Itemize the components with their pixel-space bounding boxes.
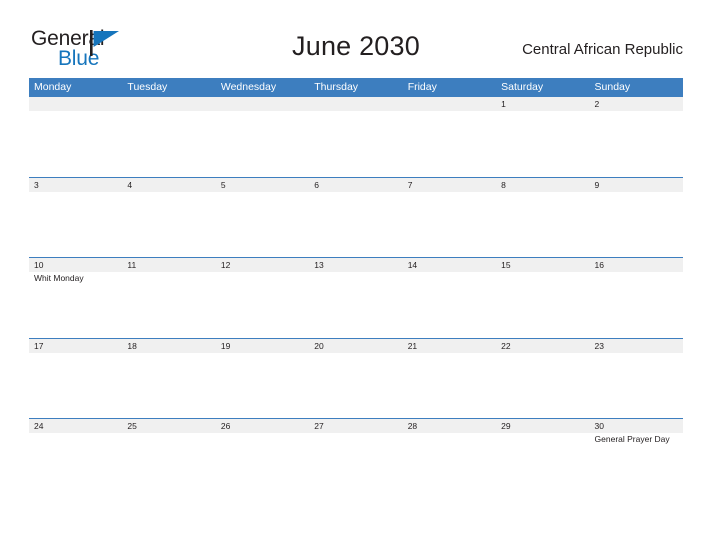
day-cell[interactable] bbox=[590, 272, 683, 338]
day-cell[interactable] bbox=[216, 192, 309, 258]
day-cell[interactable] bbox=[29, 111, 122, 177]
day-number[interactable]: 26 bbox=[216, 419, 309, 433]
calendar-page: General Blue June 2030 Central African R… bbox=[0, 0, 712, 550]
day-number[interactable]: 28 bbox=[403, 419, 496, 433]
day-number[interactable]: 17 bbox=[29, 339, 122, 353]
day-cell[interactable] bbox=[590, 111, 683, 177]
weekday-header-thursday: Thursday bbox=[314, 81, 359, 93]
day-cell[interactable] bbox=[216, 272, 309, 338]
day-number[interactable] bbox=[309, 97, 402, 111]
day-number[interactable]: 25 bbox=[122, 419, 215, 433]
day-number[interactable]: 15 bbox=[496, 258, 589, 272]
week-body bbox=[29, 352, 683, 419]
week-body: Whit Monday bbox=[29, 272, 683, 338]
day-number[interactable]: 27 bbox=[309, 419, 402, 433]
calendar-week-row: 3 4 5 6 7 8 9 bbox=[29, 176, 683, 258]
day-cell[interactable]: Whit Monday bbox=[29, 272, 122, 338]
day-number[interactable]: 4 bbox=[122, 178, 215, 192]
day-cell[interactable] bbox=[29, 192, 122, 258]
week-date-band: 3 4 5 6 7 8 9 bbox=[29, 176, 683, 192]
day-cell[interactable] bbox=[216, 353, 309, 419]
day-number[interactable]: 29 bbox=[496, 419, 589, 433]
day-cell[interactable] bbox=[496, 353, 589, 419]
calendar-week-row: 1 2 bbox=[29, 96, 683, 177]
day-cell[interactable] bbox=[216, 433, 309, 499]
day-number[interactable] bbox=[403, 97, 496, 111]
day-cell[interactable] bbox=[122, 111, 215, 177]
day-cell[interactable] bbox=[309, 353, 402, 419]
day-number[interactable] bbox=[216, 97, 309, 111]
week-date-band: 10 11 12 13 14 15 16 bbox=[29, 257, 683, 272]
day-cell[interactable] bbox=[122, 433, 215, 499]
page-header: General Blue June 2030 Central African R… bbox=[0, 0, 712, 78]
day-cell[interactable] bbox=[122, 353, 215, 419]
day-cell[interactable] bbox=[309, 272, 402, 338]
calendar-week-row: 17 18 19 20 21 22 23 bbox=[29, 337, 683, 419]
day-number[interactable]: 8 bbox=[496, 178, 589, 192]
day-number[interactable]: 1 bbox=[496, 97, 589, 111]
week-date-band: 24 25 26 27 28 29 30 bbox=[29, 418, 683, 433]
day-cell[interactable] bbox=[309, 433, 402, 499]
day-cell[interactable] bbox=[309, 192, 402, 258]
day-number[interactable]: 13 bbox=[309, 258, 402, 272]
day-event: General Prayer Day bbox=[594, 434, 670, 444]
day-number[interactable]: 20 bbox=[309, 339, 402, 353]
day-cell[interactable]: General Prayer Day bbox=[590, 433, 683, 499]
day-number[interactable]: 9 bbox=[590, 178, 683, 192]
weekday-header-tuesday: Tuesday bbox=[127, 81, 168, 93]
day-cell[interactable] bbox=[496, 272, 589, 338]
day-cell[interactable] bbox=[590, 192, 683, 258]
week-body bbox=[29, 111, 683, 177]
day-number[interactable]: 19 bbox=[216, 339, 309, 353]
day-number[interactable]: 24 bbox=[29, 419, 122, 433]
week-date-band: 1 2 bbox=[29, 96, 683, 111]
day-number[interactable]: 3 bbox=[29, 178, 122, 192]
day-cell[interactable] bbox=[403, 192, 496, 258]
day-number[interactable]: 7 bbox=[403, 178, 496, 192]
day-cell[interactable] bbox=[122, 272, 215, 338]
day-cell[interactable] bbox=[496, 433, 589, 499]
day-number[interactable]: 10 bbox=[29, 258, 122, 272]
weekday-header-wednesday: Wednesday bbox=[220, 81, 277, 93]
day-cell[interactable] bbox=[403, 111, 496, 177]
day-number[interactable]: 5 bbox=[216, 178, 309, 192]
day-number[interactable]: 16 bbox=[590, 258, 683, 272]
day-cell[interactable] bbox=[29, 433, 122, 499]
week-body: General Prayer Day bbox=[29, 433, 683, 499]
calendar-grid: Monday Tuesday Wednesday Thursday Friday… bbox=[29, 78, 683, 499]
day-cell[interactable] bbox=[216, 111, 309, 177]
day-number[interactable]: 22 bbox=[496, 339, 589, 353]
day-number[interactable]: 12 bbox=[216, 258, 309, 272]
day-cell[interactable] bbox=[29, 353, 122, 419]
day-number[interactable]: 2 bbox=[590, 97, 683, 111]
weekday-header-friday: Friday bbox=[407, 81, 437, 93]
day-cell[interactable] bbox=[403, 433, 496, 499]
day-number[interactable]: 21 bbox=[403, 339, 496, 353]
weekday-header-row: Monday Tuesday Wednesday Thursday Friday… bbox=[29, 78, 683, 96]
week-body bbox=[29, 191, 683, 258]
day-number[interactable] bbox=[29, 97, 122, 111]
weekday-header-sunday: Sunday bbox=[594, 81, 631, 93]
day-cell[interactable] bbox=[403, 272, 496, 338]
day-cell[interactable] bbox=[403, 353, 496, 419]
day-number[interactable]: 30 bbox=[590, 419, 683, 433]
day-cell[interactable] bbox=[496, 192, 589, 258]
day-number[interactable]: 6 bbox=[309, 178, 402, 192]
day-number[interactable]: 18 bbox=[122, 339, 215, 353]
day-cell[interactable] bbox=[309, 111, 402, 177]
day-number[interactable]: 14 bbox=[403, 258, 496, 272]
day-cell[interactable] bbox=[122, 192, 215, 258]
calendar-week-row: 24 25 26 27 28 29 30 General Prayer Day bbox=[29, 418, 683, 499]
country-label: Central African Republic bbox=[522, 41, 683, 58]
weekday-header-saturday: Saturday bbox=[501, 81, 544, 93]
day-number[interactable]: 11 bbox=[122, 258, 215, 272]
calendar-week-row: 10 11 12 13 14 15 16 Whit Monday bbox=[29, 257, 683, 338]
day-event: Whit Monday bbox=[34, 273, 84, 283]
day-number[interactable] bbox=[122, 97, 215, 111]
week-date-band: 17 18 19 20 21 22 23 bbox=[29, 337, 683, 353]
day-number[interactable]: 23 bbox=[590, 339, 683, 353]
weekday-header-monday: Monday bbox=[34, 81, 72, 93]
day-cell[interactable] bbox=[496, 111, 589, 177]
day-cell[interactable] bbox=[590, 353, 683, 419]
